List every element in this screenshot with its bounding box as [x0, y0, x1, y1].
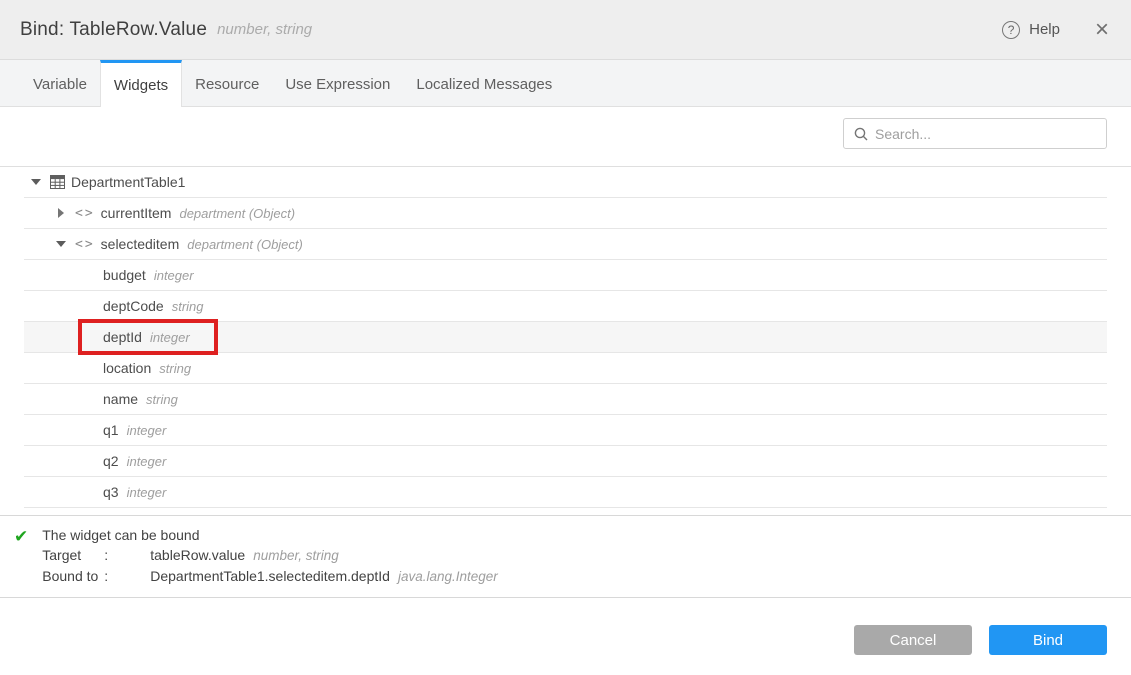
tree-node-type: string: [172, 299, 204, 314]
check-icon: ✔: [14, 527, 28, 587]
help-icon[interactable]: ?: [1002, 21, 1020, 39]
tab-localized-messages[interactable]: Localized Messages: [403, 60, 565, 106]
tree-node-type: integer: [127, 423, 167, 438]
tree-node-type: integer: [150, 330, 190, 345]
status-row-label: Bound to: [42, 566, 104, 587]
tree-row-q3[interactable]: q3 integer: [24, 477, 1107, 508]
status-row-separator: :: [104, 545, 150, 566]
cancel-button[interactable]: Cancel: [854, 625, 972, 655]
widget-tree: DepartmentTable1 <> currentItem department …: [0, 166, 1131, 508]
status-row-value: tableRow.value: [150, 547, 245, 563]
tab-widgets[interactable]: Widgets: [100, 60, 182, 107]
tree-node-type: integer: [127, 485, 167, 500]
tree-row-q1[interactable]: q1 integer: [24, 415, 1107, 446]
status-row-value: DepartmentTable1.selecteditem.deptId: [150, 568, 390, 584]
tree-node-label: q2: [103, 453, 119, 469]
object-icon: <>: [75, 206, 95, 221]
dialog-title: Bind: TableRow.Value: [20, 19, 207, 41]
tree-node-label: q1: [103, 422, 119, 438]
tab-variable[interactable]: Variable: [20, 60, 100, 106]
tree-node-label: budget: [103, 267, 146, 283]
tree-node-label: deptId: [103, 329, 142, 345]
caret-shape: [56, 241, 66, 247]
tree-row-selecteditem[interactable]: <> selecteditem department (Object): [24, 229, 1107, 260]
tree-row-q2[interactable]: q2 integer: [24, 446, 1107, 477]
tree-node-label: name: [103, 391, 138, 407]
tree-row-name[interactable]: name string: [24, 384, 1107, 415]
tree-node-label: DepartmentTable1: [71, 174, 185, 190]
status-row-value-type: number, string: [253, 548, 339, 563]
tree-node-type: department (Object): [187, 237, 303, 252]
status-row-label: Target: [42, 545, 104, 566]
tree-row-deptId[interactable]: deptId integer: [24, 322, 1107, 353]
status-row-value-type: java.lang.Integer: [398, 569, 498, 584]
tab-resource[interactable]: Resource: [182, 60, 272, 106]
tree-node-label: selecteditem: [101, 236, 180, 252]
status-section: ✔ The widget can be bound Target:tableRo…: [0, 515, 1131, 598]
table-icon: [50, 175, 65, 189]
tab-use-expression[interactable]: Use Expression: [272, 60, 403, 106]
tree-node-type: integer: [154, 268, 194, 283]
caret-down-icon[interactable]: [30, 176, 42, 188]
tree-row-deptCode[interactable]: deptCode string: [24, 291, 1107, 322]
caret-shape: [31, 179, 41, 185]
caret-shape: [58, 208, 64, 218]
tree-node-type: string: [159, 361, 191, 376]
tree-node-type: integer: [127, 454, 167, 469]
search-row: [0, 107, 1131, 166]
caret-down-icon[interactable]: [55, 238, 67, 250]
search-icon: [854, 127, 868, 141]
search-box[interactable]: [843, 118, 1107, 149]
tree-row-budget[interactable]: budget integer: [24, 260, 1107, 291]
bind-dialog: Bind: TableRow.Value number, string ? He…: [0, 0, 1131, 675]
tree-node-type: department (Object): [179, 206, 295, 221]
dialog-footer: Cancel Bind: [0, 625, 1131, 655]
caret-right-icon[interactable]: [55, 207, 67, 219]
tree-node-type: string: [146, 392, 178, 407]
tab-bar: VariableWidgetsResourceUse ExpressionLoc…: [0, 60, 1131, 107]
tree-node-label: currentItem: [101, 205, 172, 221]
tree-row-DepartmentTable1[interactable]: DepartmentTable1: [24, 167, 1107, 198]
status-details: Target:tableRow.value number, string Bound…: [42, 545, 498, 587]
tree-row-currentItem[interactable]: <> currentItem department (Object): [24, 198, 1107, 229]
red-annotation-box: [78, 319, 218, 355]
status-row-value-cell: tableRow.value number, string: [150, 545, 498, 566]
tree-node-label: location: [103, 360, 151, 376]
dialog-subtitle: number, string: [217, 21, 312, 38]
bind-button[interactable]: Bind: [989, 625, 1107, 655]
tree-row-location[interactable]: location string: [24, 353, 1107, 384]
tree-node-label: q3: [103, 484, 119, 500]
close-icon[interactable]: ×: [1095, 18, 1109, 42]
object-icon: <>: [75, 237, 95, 252]
tree-node-label: deptCode: [103, 298, 164, 314]
dialog-header: Bind: TableRow.Value number, string ? He…: [0, 0, 1131, 60]
search-input[interactable]: [875, 119, 1106, 148]
status-row-value-cell: DepartmentTable1.selecteditem.deptId java…: [150, 566, 498, 587]
help-link[interactable]: Help: [1029, 21, 1060, 38]
status-message: The widget can be bound: [42, 525, 498, 545]
status-row-separator: :: [104, 566, 150, 587]
